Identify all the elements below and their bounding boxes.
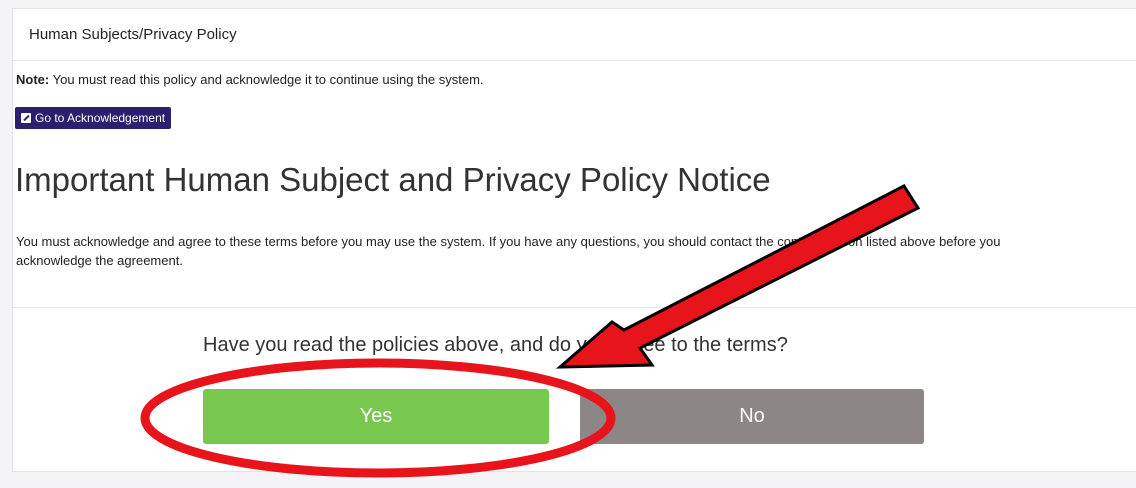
go-to-acknowledgement-button[interactable]: Go to Acknowledgement: [15, 107, 172, 129]
card-header: Human Subjects/Privacy Policy: [13, 9, 1136, 61]
page: Human Subjects/Privacy Policy Note: You …: [0, 0, 1136, 488]
yes-button-label: Yes: [359, 405, 393, 427]
page-title: Important Human Subject and Privacy Poli…: [15, 161, 771, 198]
note-label: Note:: [16, 72, 50, 87]
note-message: You must read this policy and acknowledg…: [52, 72, 484, 87]
note-text: Note: You must read this policy and ackn…: [16, 72, 484, 87]
no-button-label: No: [739, 405, 765, 427]
yes-button[interactable]: Yes: [203, 389, 549, 444]
card-header-title: Human Subjects/Privacy Policy: [29, 26, 237, 43]
no-button[interactable]: No: [580, 389, 924, 444]
go-to-acknowledgement-label: Go to Acknowledgement: [35, 111, 166, 125]
notice-body: You must acknowledge and agree to these …: [16, 234, 1001, 268]
section-divider: [13, 307, 1136, 308]
agreement-question: Have you read the policies above, and do…: [203, 334, 788, 356]
edit-icon: [21, 113, 31, 123]
